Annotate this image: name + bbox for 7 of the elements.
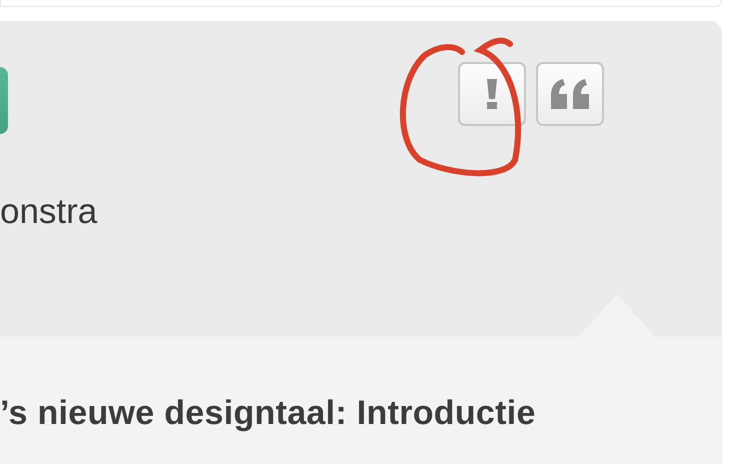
exclamation-icon [487,79,497,109]
quote-button[interactable] [536,62,604,126]
avatar-button[interactable] [0,67,8,134]
quote-icon [551,79,589,109]
report-button[interactable] [458,62,526,126]
post-title: ’s nieuwe designtaal: Introductie [0,393,537,434]
author-name: onstra [0,194,98,229]
